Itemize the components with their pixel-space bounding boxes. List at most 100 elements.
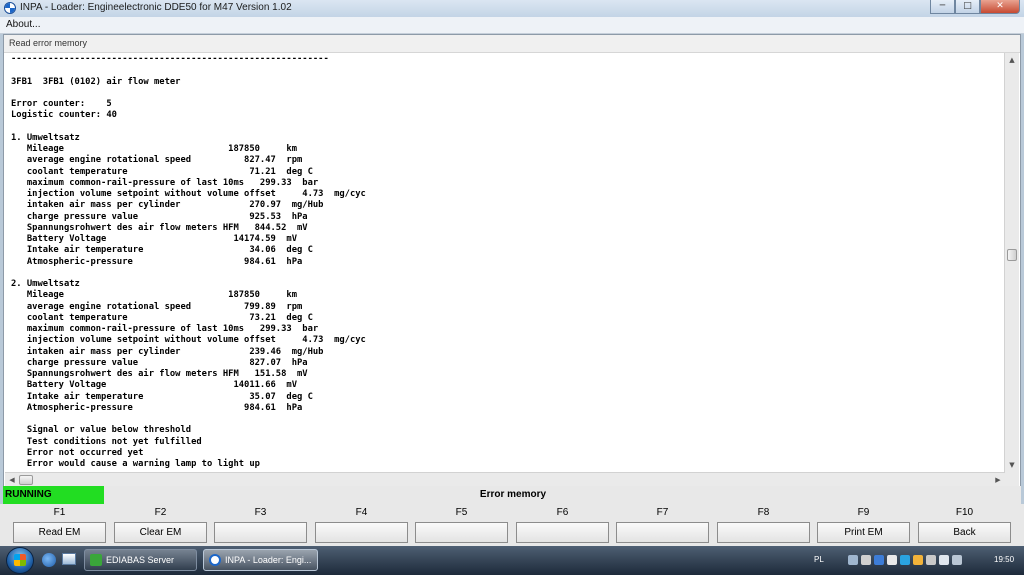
client-area: Read error memory ----------------------… xyxy=(3,34,1021,509)
scroll-up-arrow-icon[interactable]: ▲ xyxy=(1005,53,1019,67)
function-key-f4: F4 xyxy=(315,504,408,546)
section-header: Read error memory xyxy=(4,35,1020,53)
output-line: 2. Umweltsatz xyxy=(11,279,80,289)
output-line: Intake air temperature 34.06 deg C xyxy=(11,245,313,256)
output-line: Test conditions not yet fulfilled xyxy=(11,436,202,447)
language-indicator[interactable]: PL xyxy=(814,555,824,564)
back-button[interactable]: Back xyxy=(918,522,1011,543)
status-screen-title: Error memory xyxy=(479,489,547,500)
output-line: Error would cause a warning lamp to ligh… xyxy=(11,459,260,469)
menu-about[interactable]: About... xyxy=(6,19,40,30)
scroll-right-arrow-icon[interactable]: ▶ xyxy=(991,473,1005,487)
tray-app-icon[interactable] xyxy=(913,555,923,565)
clock[interactable]: 19:50 xyxy=(994,555,1014,564)
output-line: injection volume setpoint without volume… xyxy=(11,335,366,346)
status-bar: RUNNING Error memory xyxy=(3,486,1021,504)
maximize-button[interactable]: □ xyxy=(955,0,980,14)
taskbar-item-inpa[interactable]: INPA - Loader: Engi... xyxy=(203,549,318,571)
scroll-down-arrow-icon[interactable]: ▼ xyxy=(1005,458,1019,472)
start-button[interactable] xyxy=(6,547,34,574)
window-controls: ─ □ ✕ xyxy=(930,0,1020,15)
output-line: Battery Voltage 14174.59 mV xyxy=(11,234,297,244)
tray-app-icon[interactable] xyxy=(887,555,897,565)
status-running-badge: RUNNING xyxy=(3,486,104,504)
output-line: coolant temperature 73.21 deg C xyxy=(11,312,313,323)
function-key-number: F7 xyxy=(656,507,669,518)
print-em-button[interactable]: Print EM xyxy=(817,522,910,543)
empty-button[interactable] xyxy=(717,522,810,543)
function-key-bar: F1 Read EM F2 Clear EM F3 F4 F5 F6 F7 F8 F9 Print E… xyxy=(0,504,1024,546)
error-memory-output: ----------------------------------------… xyxy=(11,54,1001,470)
ediabas-icon xyxy=(90,554,102,566)
taskbar-item-ediabas[interactable]: EDIABAS Server xyxy=(84,549,197,571)
function-key-number: F6 xyxy=(556,507,569,518)
function-key-f5: F5 xyxy=(415,504,508,546)
window-title: INPA - Loader: Engineelectronic DDE50 fo… xyxy=(20,2,292,13)
output-line: ----------------------------------------… xyxy=(11,54,329,64)
read-em-button[interactable]: Read EM xyxy=(13,522,106,543)
minimize-button[interactable]: ─ xyxy=(930,0,955,14)
horizontal-scrollbar[interactable]: ◀ ▶ xyxy=(5,472,1005,487)
section-title: Read error memory xyxy=(9,38,88,48)
output-line: charge pressure value 827.07 hPa xyxy=(11,357,308,368)
taskbar-item-label: INPA - Loader: Engi... xyxy=(225,555,312,565)
output-line: Spannungsrohwert des air flow meters HFM… xyxy=(11,369,308,379)
output-line: Mileage 187850 km xyxy=(11,290,297,301)
empty-button[interactable] xyxy=(415,522,508,543)
output-line: Logistic counter: 40 xyxy=(11,110,117,121)
output-line: coolant temperature 71.21 deg C xyxy=(11,166,313,177)
output-line: Signal or value below threshold xyxy=(11,425,192,436)
output-line: 3FB1 3FB1 (0102) air flow meter xyxy=(11,76,181,87)
show-desktop-icon[interactable] xyxy=(62,553,76,565)
tray-app-icon[interactable] xyxy=(926,555,936,565)
taskbar: EDIABAS Server INPA - Loader: Engi... PL… xyxy=(0,546,1024,575)
system-tray xyxy=(848,555,978,567)
clear-em-button[interactable]: Clear EM xyxy=(114,522,207,543)
output-line: injection volume setpoint without volume… xyxy=(11,189,366,199)
empty-button[interactable] xyxy=(315,522,408,543)
output-line: charge pressure value 925.53 hPa xyxy=(11,211,308,222)
internet-explorer-icon[interactable] xyxy=(42,553,56,567)
taskbar-item-label: EDIABAS Server xyxy=(106,555,175,565)
function-key-number: F8 xyxy=(757,507,770,518)
output-line: average engine rotational speed 827.47 r… xyxy=(11,155,303,166)
function-key-number: F2 xyxy=(154,507,167,518)
menu-bar: About... xyxy=(0,17,1024,34)
output-line: Intake air temperature 35.07 deg C xyxy=(11,391,313,402)
empty-button[interactable] xyxy=(516,522,609,543)
tray-app-icon[interactable] xyxy=(861,555,871,565)
output-line: maximum common-rail-pressure of last 10m… xyxy=(11,324,319,334)
show-hidden-icons-icon[interactable] xyxy=(848,555,858,565)
horizontal-scroll-thumb[interactable] xyxy=(19,475,33,485)
function-key-f9: F9 Print EM xyxy=(817,504,910,546)
vertical-scroll-thumb[interactable] xyxy=(1007,249,1017,261)
tray-app-icon[interactable] xyxy=(900,555,910,565)
close-button[interactable]: ✕ xyxy=(980,0,1020,14)
function-key-f3: F3 xyxy=(214,504,307,546)
bmw-logo-icon xyxy=(4,2,16,14)
function-key-number: F5 xyxy=(455,507,468,518)
empty-button[interactable] xyxy=(616,522,709,543)
output-line: maximum common-rail-pressure of last 10m… xyxy=(11,177,319,188)
function-key-f10: F10 Back xyxy=(918,504,1011,546)
output-line: intaken air mass per cylinder 270.97 mg/… xyxy=(11,200,324,211)
function-key-number: F3 xyxy=(254,507,267,518)
function-key-number: F4 xyxy=(355,507,368,518)
scroll-corner xyxy=(1005,472,1019,486)
scroll-left-arrow-icon[interactable]: ◀ xyxy=(5,473,19,487)
windows-logo-icon xyxy=(14,554,26,566)
network-icon[interactable] xyxy=(939,555,949,565)
tray-app-icon[interactable] xyxy=(874,555,884,565)
output-line: Atmospheric-pressure 984.61 hPa xyxy=(11,256,303,267)
volume-icon[interactable] xyxy=(952,555,962,565)
vertical-scrollbar[interactable]: ▲ ▼ xyxy=(1004,53,1019,472)
inpa-icon xyxy=(209,554,221,566)
output-line: Atmospheric-pressure 984.61 hPa xyxy=(11,402,303,413)
output-line: intaken air mass per cylinder 239.46 mg/… xyxy=(11,346,324,357)
output-line: Spannungsrohwert des air flow meters HFM… xyxy=(11,222,308,233)
title-bar: INPA - Loader: Engineelectronic DDE50 fo… xyxy=(0,0,1024,18)
output-line: Error counter: 5 xyxy=(11,99,112,109)
empty-button[interactable] xyxy=(214,522,307,543)
